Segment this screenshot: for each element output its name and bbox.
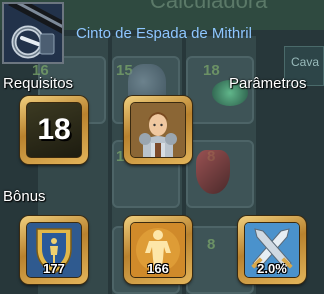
required-class-slot: [124, 96, 192, 164]
body-stamina-icon: 166: [130, 222, 186, 278]
bonus-attack-value: 2.0%: [257, 261, 287, 276]
mithril-sword-belt-icon: [2, 2, 64, 64]
requirements-label: Requisitos: [3, 75, 74, 92]
parameters-label: Parâmetros: [229, 75, 307, 92]
background-window-title: Calculadora: [150, 0, 268, 13]
shield-defense-icon: 177: [26, 222, 82, 278]
knight-portrait-icon: [130, 102, 186, 158]
item-name: Cinto de Espada de Mithril: [76, 25, 252, 42]
bonus-slot-defense: 177: [20, 216, 88, 284]
background-tab-label: Cava: [291, 55, 320, 69]
bonus-defense-value: 177: [43, 261, 65, 276]
bonus-label: Bônus: [3, 188, 46, 205]
required-level-value: 18: [37, 113, 71, 146]
bonus-slot-stamina: 166: [124, 216, 192, 284]
crossed-swords-icon: 2.0%: [244, 222, 300, 278]
background-cell-number: 8: [207, 236, 216, 253]
bonus-stamina-value: 166: [147, 261, 169, 276]
background-shield-icon: [196, 150, 230, 194]
required-level-slot: 18: [20, 96, 88, 164]
required-level-frame: 18: [26, 102, 82, 158]
bonus-slot-attack: 2.0%: [238, 216, 306, 284]
background-cell-number: 18: [203, 62, 220, 79]
